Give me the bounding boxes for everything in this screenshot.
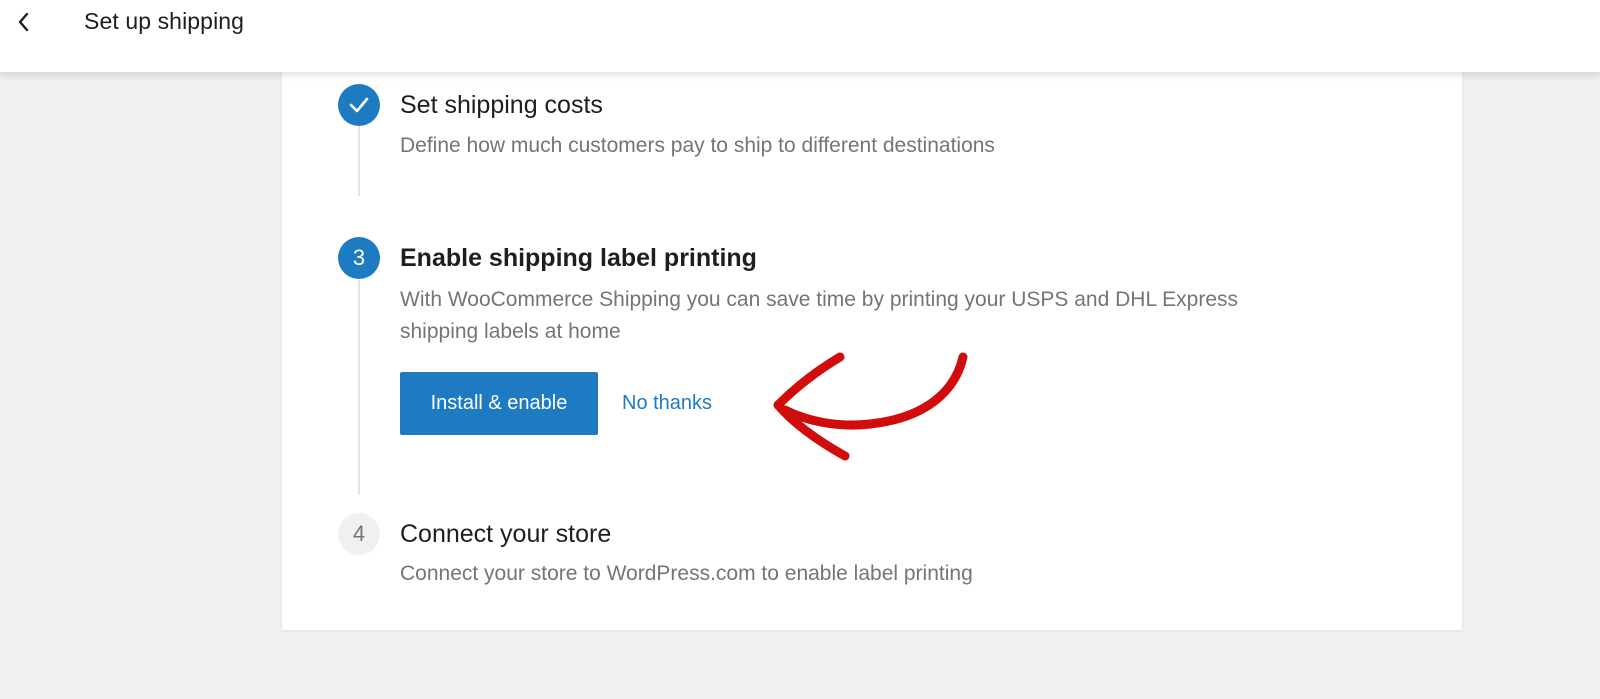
step-title-label-printing: Enable shipping label printing xyxy=(400,244,757,272)
step-complete-badge xyxy=(338,84,380,126)
step-number-badge: 3 xyxy=(338,237,380,279)
step-title-shipping-costs: Set shipping costs xyxy=(400,91,603,119)
step-connector xyxy=(358,280,360,495)
step-description-label-printing-line2: shipping labels at home xyxy=(400,320,621,343)
install-enable-button[interactable]: Install & enable xyxy=(400,372,598,435)
step-title-connect-store: Connect your store xyxy=(400,520,612,548)
chevron-left-icon xyxy=(18,12,29,32)
step-description-connect-store: Connect your store to WordPress.com to e… xyxy=(400,562,973,585)
back-button[interactable] xyxy=(6,4,42,40)
check-icon xyxy=(349,97,369,113)
page-title: Set up shipping xyxy=(84,8,245,34)
no-thanks-link[interactable]: No thanks xyxy=(622,392,712,415)
step-connector xyxy=(358,126,360,196)
step-number-badge: 4 xyxy=(338,513,380,555)
step-description-label-printing-line1: With WooCommerce Shipping you can save t… xyxy=(400,288,1239,311)
top-bar: Set up shipping xyxy=(0,0,1600,72)
step-description-shipping-costs: Define how much customers pay to ship to… xyxy=(400,134,995,157)
